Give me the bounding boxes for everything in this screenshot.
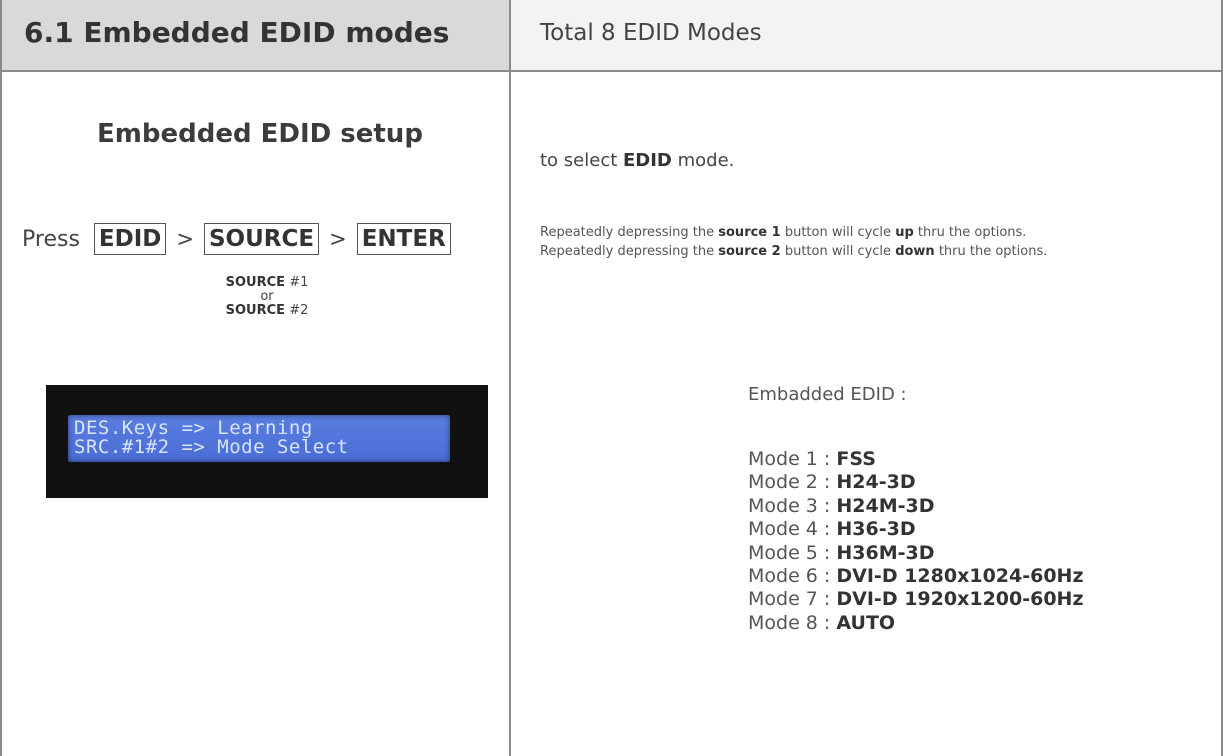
cycle-down-button: source 2 [718,244,781,259]
lcd-display-photo: DES.Keys => Learning SRC.#1#2 => Mode Se… [46,385,488,498]
cycle-up-note: Repeatedly depressing the source 1 butto… [540,225,1026,240]
lcd-line-1: DES.Keys => Learning [74,417,313,439]
header-divider [0,70,1223,72]
cycle-up-post: thru the options. [913,225,1027,240]
cycle-up-direction: up [895,225,914,240]
mode-value: DVI-D 1920x1200-60Hz [836,588,1084,611]
mode-value: H24-3D [836,471,916,494]
mode-label: Mode 5 : [748,541,837,564]
key-source: SOURCE [203,223,320,255]
mode-label: Mode 8 : [748,611,837,634]
instruction-bold: EDID [623,150,672,171]
mode-label: Mode 6 : [748,565,837,588]
mode-item: Mode 6 : DVI-D 1280x1024-60Hz [748,565,1084,588]
press-label: Press [22,226,80,252]
document-frame [0,0,1223,756]
key-enter: ENTER [356,223,451,255]
cycle-down-post: thru the options. [934,244,1048,259]
mode-value: H36M-3D [836,541,935,564]
column-divider [509,0,511,756]
source-note-num-2: #2 [289,303,309,318]
mode-value: FSS [836,448,876,470]
mode-item: Mode 2 : H24-3D [748,471,1084,494]
mode-value: H36-3D [836,518,916,541]
sequence-separator: > [329,227,347,251]
mode-value: AUTO [836,611,896,634]
mode-label: Mode 4 : [748,518,837,541]
cycle-down-mid: button will cycle [780,244,896,259]
section-title: 6.1 Embedded EDID modes [24,16,450,49]
mode-label: Mode 1 : [748,448,837,470]
instruction-text: to select EDID mode. [540,150,734,171]
cycle-up-mid: button will cycle [780,225,896,240]
mode-item: Mode 8 : AUTO [748,612,1084,635]
lcd-screen: DES.Keys => Learning SRC.#1#2 => Mode Se… [68,415,450,462]
source-note-key-2: SOURCE [225,303,286,318]
mode-item: Mode 7 : DVI-D 1920x1200-60Hz [748,588,1084,611]
mode-item: Mode 3 : H24M-3D [748,495,1084,518]
source-note-num-1: #1 [289,275,309,290]
cycle-up-pre: Repeatedly depressing the [540,225,719,240]
cycle-down-pre: Repeatedly depressing the [540,244,719,259]
setup-heading: Embedded EDID setup [97,119,423,149]
section-subtitle: Total 8 EDID Modes [540,20,762,46]
lcd-line-2: SRC.#1#2 => Mode Select [74,436,349,458]
press-sequence: Press EDID > SOURCE > ENTER [22,222,451,256]
mode-item: Mode 5 : H36M-3D [748,542,1084,565]
mode-item: Mode 4 : H36-3D [748,518,1084,541]
cycle-down-note: Repeatedly depressing the source 2 butto… [540,244,1047,259]
mode-value: DVI-D 1280x1024-60Hz [836,565,1084,588]
mode-label: Mode 3 : [748,494,837,517]
modes-heading: Embadded EDID : [748,384,907,405]
sequence-separator: > [176,227,194,251]
mode-label: Mode 2 : [748,471,837,494]
source-note-or: or [260,289,274,304]
source-note: SOURCE #1 or SOURCE #2 [192,276,342,318]
cycle-down-direction: down [895,244,935,259]
cycle-up-button: source 1 [718,225,781,240]
mode-item: Mode 1 : FSS [748,448,1084,471]
instruction-pre: to select [540,150,623,171]
mode-value: H24M-3D [836,494,935,517]
key-edid: EDID [93,223,167,255]
instruction-post: mode. [671,150,735,171]
mode-label: Mode 7 : [748,588,837,611]
source-note-key-1: SOURCE [225,275,286,290]
modes-list: Mode 1 : FSS Mode 2 : H24-3D Mode 3 : H2… [748,448,1084,635]
